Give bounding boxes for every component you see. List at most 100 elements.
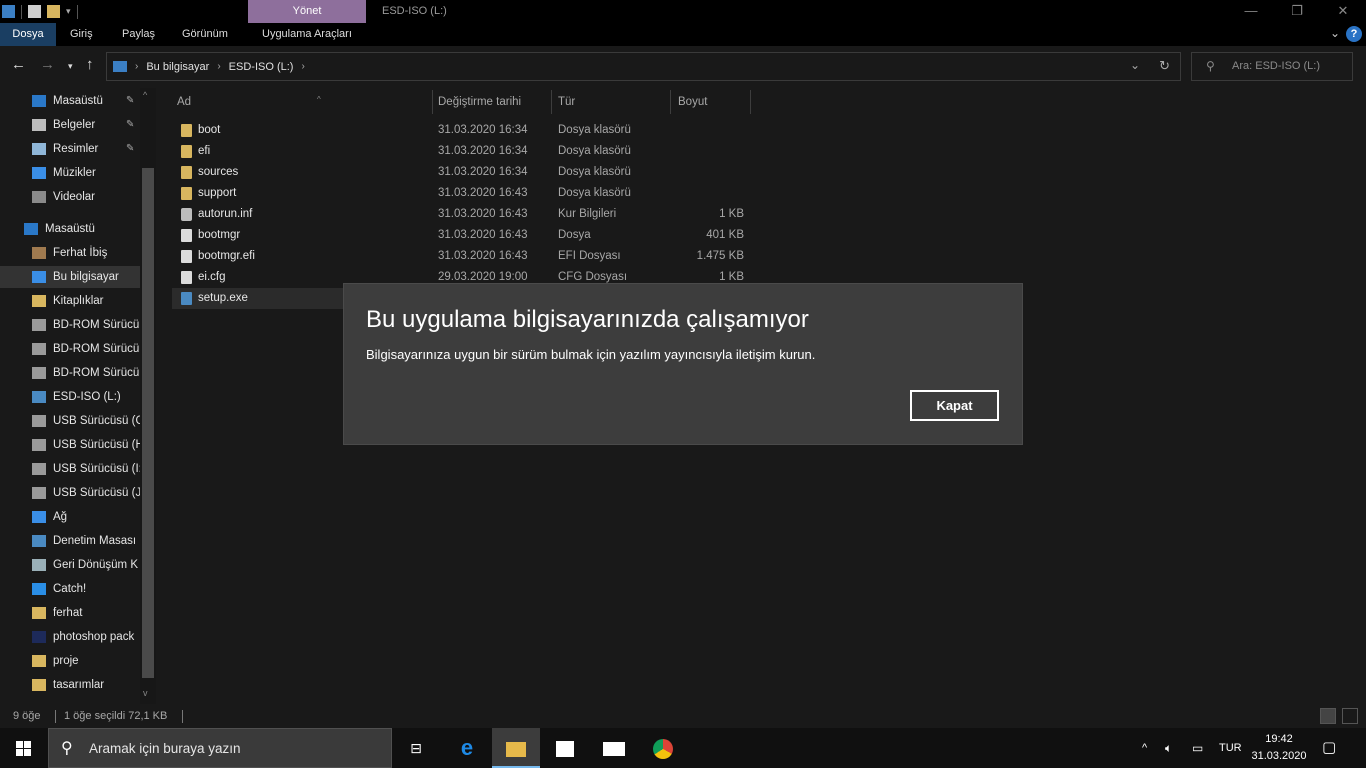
column-header-date[interactable]: Değiştirme tarihi xyxy=(438,88,548,116)
sidebar-item[interactable]: Denetim Masası xyxy=(0,530,140,552)
properties-icon[interactable] xyxy=(28,5,41,18)
drive-icon[interactable] xyxy=(2,5,15,18)
sidebar-item[interactable]: Videolar xyxy=(0,186,140,208)
tab-home[interactable]: Giriş xyxy=(70,23,93,46)
file-row[interactable]: autorun.inf 31.03.2020 16:43 Kur Bilgileri… xyxy=(172,204,752,225)
back-arrow-icon[interactable]: ← xyxy=(11,56,26,73)
column-header-name[interactable]: Ad ^ xyxy=(177,88,432,116)
setup-exe-icon xyxy=(181,292,192,305)
task-view-icon[interactable]: ⊟ xyxy=(392,728,440,768)
sidebar-item[interactable]: BD-ROM Sürücü xyxy=(0,314,140,336)
chevron-right-icon[interactable]: › xyxy=(217,61,220,72)
up-arrow-icon[interactable]: ↑ xyxy=(86,56,94,73)
tab-share[interactable]: Paylaş xyxy=(122,23,155,46)
forward-arrow-icon[interactable]: → xyxy=(40,56,55,73)
sidebar-item[interactable]: ESD-ISO (L:) xyxy=(0,386,140,408)
recent-locations-icon[interactable]: ▾ xyxy=(68,61,73,72)
navigation-pane: Masaüstü ✎ Belgeler ✎ Resimler ✎ Müzikler Video… xyxy=(0,88,156,704)
sidebar-item[interactable]: USB Sürücüsü (J: xyxy=(0,482,140,504)
input-language[interactable]: TUR xyxy=(1219,728,1242,768)
customize-toolbar-icon[interactable]: ▾ xyxy=(66,6,71,17)
sidebar-item[interactable]: tasarımlar xyxy=(0,674,140,696)
network-tray-icon[interactable]: ▭ xyxy=(1192,728,1203,768)
sidebar-item[interactable]: Masaüstü ✎ xyxy=(0,90,140,112)
sidebar-item[interactable]: Geri Dönüşüm K xyxy=(0,554,140,576)
sidebar-item[interactable]: BD-ROM Sürücü xyxy=(0,362,140,384)
sidebar-item[interactable]: Bu bilgisayar xyxy=(0,266,140,288)
chevron-down-icon[interactable]: ⌄ xyxy=(1130,58,1140,72)
close-dialog-button[interactable]: Kapat xyxy=(910,390,999,421)
navigation-pane-scrollbar[interactable]: ^ v xyxy=(140,88,156,704)
edge-browser-icon[interactable]: e xyxy=(443,728,491,768)
large-icons-view-icon[interactable] xyxy=(1342,708,1358,724)
sidebar-item[interactable]: Müzikler xyxy=(0,162,140,184)
file-size: 1.475 KB xyxy=(696,250,744,262)
column-header-size[interactable]: Boyut xyxy=(678,88,748,116)
breadcrumb-computer[interactable]: Bu bilgisayar xyxy=(146,61,209,73)
sidebar-item[interactable]: Ferhat İbiş xyxy=(0,242,140,264)
tab-file[interactable]: Dosya xyxy=(0,23,56,46)
minimize-button[interactable]: — xyxy=(1228,0,1274,23)
mail-icon[interactable] xyxy=(590,728,638,768)
search-placeholder: Ara: ESD-ISO (L:) xyxy=(1232,60,1321,72)
expand-ribbon-icon[interactable]: ⌄ xyxy=(1330,26,1340,40)
file-row[interactable]: bootmgr 31.03.2020 16:43 Dosya 401 KB xyxy=(172,225,752,246)
sidebar-item[interactable]: USB Sürücüsü (G xyxy=(0,410,140,432)
sidebar-item[interactable]: proje xyxy=(0,650,140,672)
pin-icon: ✎ xyxy=(126,95,135,106)
chrome-browser-icon[interactable] xyxy=(639,728,687,768)
sidebar-item-label: proje xyxy=(53,655,79,667)
refresh-icon[interactable]: ↻ xyxy=(1159,58,1170,74)
microsoft-store-icon[interactable] xyxy=(541,728,589,768)
tab-manage[interactable]: Yönet xyxy=(248,0,366,23)
column-divider[interactable] xyxy=(432,90,433,114)
sidebar-item[interactable]: USB Sürücüsü (H xyxy=(0,434,140,456)
start-button[interactable] xyxy=(0,728,48,768)
sidebar-item[interactable]: Masaüstü xyxy=(0,218,140,240)
help-icon[interactable]: ? xyxy=(1346,26,1362,42)
file-row[interactable]: sources 31.03.2020 16:34 Dosya klasörü xyxy=(172,162,752,183)
file-row[interactable]: bootmgr.efi 31.03.2020 16:43 EFI Dosyası 1.… xyxy=(172,246,752,267)
search-input[interactable]: ⚲ Ara: ESD-ISO (L:) xyxy=(1191,52,1353,81)
sidebar-item-label: USB Sürücüsü (J: xyxy=(53,487,140,499)
file-row[interactable]: support 31.03.2020 16:43 Dosya klasörü xyxy=(172,183,752,204)
chevron-right-icon[interactable]: › xyxy=(301,61,304,72)
file-row[interactable]: efi 31.03.2020 16:34 Dosya klasörü xyxy=(172,141,752,162)
sidebar-item[interactable]: Ağ xyxy=(0,506,140,528)
volume-icon[interactable]: 🔈︎ xyxy=(1165,728,1172,768)
tab-app-tools[interactable]: Uygulama Araçları xyxy=(262,23,352,46)
sidebar-item[interactable]: USB Sürücüsü (I: xyxy=(0,458,140,480)
clock-time: 19:42 xyxy=(1265,733,1293,745)
details-view-icon[interactable] xyxy=(1320,708,1336,724)
scrollbar-thumb[interactable] xyxy=(142,168,154,678)
column-divider[interactable] xyxy=(750,90,751,114)
sidebar-item[interactable]: Belgeler ✎ xyxy=(0,114,140,136)
sidebar-item-label: BD-ROM Sürücü xyxy=(53,319,140,331)
file-explorer-icon[interactable] xyxy=(492,728,540,768)
network-icon xyxy=(32,511,46,523)
sidebar-item[interactable]: photoshop pack xyxy=(0,626,140,648)
sidebar-item[interactable]: ferhat xyxy=(0,602,140,624)
new-folder-icon[interactable] xyxy=(47,5,60,18)
file-row[interactable]: boot 31.03.2020 16:34 Dosya klasörü xyxy=(172,120,752,141)
tab-view[interactable]: Görünüm xyxy=(182,23,228,46)
address-bar[interactable]: › Bu bilgisayar › ESD-ISO (L:) › ⌄ ↻ xyxy=(106,52,1181,81)
scroll-up-icon[interactable]: ^ xyxy=(143,90,147,100)
chevron-right-icon[interactable]: › xyxy=(135,61,138,72)
scroll-down-icon[interactable]: v xyxy=(143,688,148,698)
maximize-button[interactable]: ❐ xyxy=(1274,0,1320,23)
sidebar-item[interactable]: Resimler ✎ xyxy=(0,138,140,160)
sidebar-item[interactable]: Kitaplıklar xyxy=(0,290,140,312)
column-divider[interactable] xyxy=(670,90,671,114)
close-button[interactable]: ✕ xyxy=(1320,0,1366,23)
system-clock[interactable]: 19:42 31.03.2020 xyxy=(1246,731,1312,765)
sidebar-item[interactable]: BD-ROM Sürücü xyxy=(0,338,140,360)
column-divider[interactable] xyxy=(551,90,552,114)
breadcrumb-drive[interactable]: ESD-ISO (L:) xyxy=(229,61,294,73)
search-icon: ⚲ xyxy=(1206,59,1215,73)
action-center-icon[interactable]: ▢ xyxy=(1322,738,1336,756)
column-header-type[interactable]: Tür xyxy=(558,88,668,116)
sidebar-item[interactable]: Catch! xyxy=(0,578,140,600)
show-hidden-icons-icon[interactable]: ^ xyxy=(1142,728,1147,768)
taskbar-search-input[interactable]: ⚲ Aramak için buraya yazın xyxy=(48,728,392,768)
